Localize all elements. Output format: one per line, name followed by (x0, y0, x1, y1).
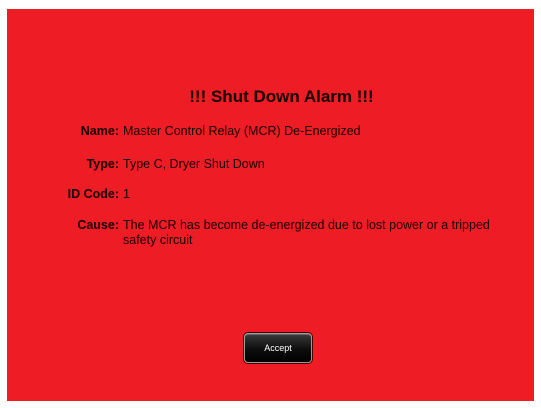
type-label: Type: (86, 157, 119, 171)
cause-value: The MCR has become de-energized due to l… (123, 218, 490, 247)
alarm-screen: !!! Shut Down Alarm !!! Name: Master Con… (7, 9, 534, 401)
accept-button[interactable]: Accept (244, 333, 312, 363)
id-code-value: 1 (123, 187, 130, 201)
name-value: Master Control Relay (MCR) De-Energized (123, 124, 361, 138)
id-code-label: ID Code: (67, 187, 119, 201)
name-label: Name: (80, 124, 119, 138)
type-value: Type C, Dryer Shut Down (123, 157, 265, 171)
cause-label: Cause: (77, 218, 119, 232)
alarm-title: !!! Shut Down Alarm !!! (189, 87, 374, 106)
